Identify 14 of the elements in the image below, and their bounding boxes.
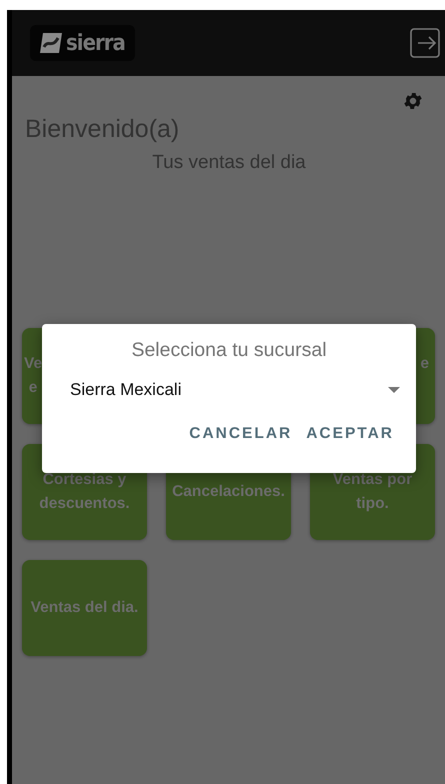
card-label: Ventas del dia.	[30, 598, 140, 618]
report-card[interactable]: Ventas del dia.	[22, 560, 147, 656]
card-label: e	[420, 354, 429, 374]
settings-icon[interactable]	[402, 90, 424, 112]
card-label: Cortesias y descuentos.	[38, 470, 131, 514]
dropdown-caret-icon	[388, 387, 400, 393]
logout-icon[interactable]	[410, 28, 440, 58]
dialog-title: Selecciona tu sucursal	[130, 338, 328, 362]
card-label: Cancelaciones.	[171, 482, 286, 502]
logo-mark-icon	[40, 33, 62, 53]
card-label: Ve e	[24, 354, 42, 398]
branch-select[interactable]: Sierra Mexicali	[70, 377, 400, 403]
card-label: Ventas por tipo.	[332, 470, 414, 514]
logo-text: sierra	[66, 30, 125, 56]
